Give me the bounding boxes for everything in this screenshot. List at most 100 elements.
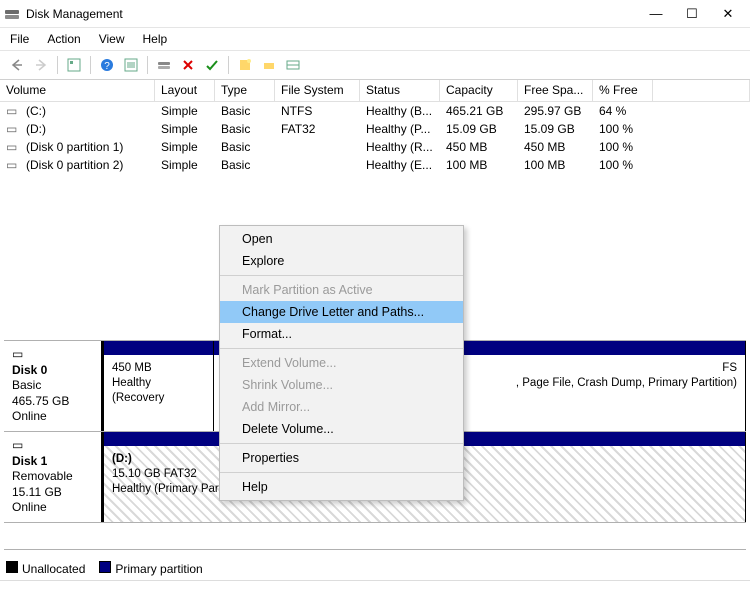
volume-free: 15.09 GB — [518, 122, 593, 136]
partition-size: 450 MB — [112, 362, 152, 374]
volume-name: (Disk 0 partition 1) — [26, 140, 123, 154]
disk-label: Disk 0 — [12, 363, 93, 379]
volume-status: Healthy (B... — [360, 104, 440, 118]
context-menu-item[interactable]: Delete Volume... — [220, 418, 463, 440]
settings-button[interactable] — [120, 54, 142, 76]
swatch-icon — [6, 561, 18, 573]
new-volume-button[interactable] — [234, 54, 256, 76]
col-freespace[interactable]: Free Spa... — [518, 80, 593, 101]
volume-name: (C:) — [26, 104, 46, 118]
col-volume[interactable]: Volume — [0, 80, 155, 101]
volume-layout: Simple — [155, 104, 215, 118]
volume-layout: Simple — [155, 122, 215, 136]
menu-view[interactable]: View — [99, 32, 125, 46]
maximize-button[interactable]: ☐ — [674, 2, 710, 26]
context-menu-item[interactable]: Properties — [220, 447, 463, 469]
context-menu-item: Extend Volume... — [220, 352, 463, 374]
disk-type: Removable — [12, 469, 73, 483]
list-view-button[interactable] — [282, 54, 304, 76]
volume-type: Basic — [215, 140, 275, 154]
volume-pctfree: 100 % — [593, 122, 653, 136]
volume-row[interactable]: ▭(Disk 0 partition 1)SimpleBasicHealthy … — [0, 138, 750, 156]
context-menu-item[interactable]: Format... — [220, 323, 463, 345]
context-menu-item[interactable]: Help — [220, 476, 463, 498]
col-pctfree[interactable]: % Free — [593, 80, 653, 101]
separator — [57, 56, 58, 74]
volume-fs: NTFS — [275, 104, 360, 118]
disk-label: Disk 1 — [12, 454, 93, 470]
close-button[interactable]: ✕ — [710, 2, 746, 26]
volume-type: Basic — [215, 104, 275, 118]
drive-icon: ▭ — [6, 158, 20, 172]
volumes-list: ▭(C:)SimpleBasicNTFSHealthy (B...465.21 … — [0, 102, 750, 174]
disk-type: Basic — [12, 378, 41, 392]
col-end — [653, 80, 750, 101]
toolbar: ? — [0, 50, 750, 80]
volume-name: (Disk 0 partition 2) — [26, 158, 123, 172]
drive-icon: ▭ — [6, 140, 20, 154]
refresh-button[interactable] — [153, 54, 175, 76]
volume-capacity: 450 MB — [440, 140, 518, 154]
col-status[interactable]: Status — [360, 80, 440, 101]
disk-icon: ▭ — [12, 438, 23, 454]
drive-icon: ▭ — [6, 104, 20, 118]
help-button[interactable]: ? — [96, 54, 118, 76]
partition-stripe — [104, 341, 213, 355]
volume-row[interactable]: ▭ (C:) SimpleBasicNTFSHealthy (B...465.21 … — [0, 102, 750, 120]
volume-free: 295.97 GB — [518, 104, 593, 118]
back-button[interactable] — [6, 54, 28, 76]
col-type[interactable]: Type — [215, 80, 275, 101]
menu-action[interactable]: Action — [47, 32, 80, 46]
context-menu-item[interactable]: Explore — [220, 250, 463, 272]
swatch-icon — [99, 561, 111, 573]
volume-row[interactable]: ▭(Disk 0 partition 2)SimpleBasicHealthy … — [0, 156, 750, 174]
volumes-header: Volume Layout Type File System Status Ca… — [0, 80, 750, 102]
disk-button[interactable] — [258, 54, 280, 76]
volume-type: Basic — [215, 158, 275, 172]
disk-icon: ▭ — [12, 347, 23, 363]
col-filesystem[interactable]: File System — [275, 80, 360, 101]
minimize-button[interactable]: — — [638, 2, 674, 26]
check-button[interactable] — [201, 54, 223, 76]
disk-status: Online — [12, 500, 47, 514]
delete-button[interactable] — [177, 54, 199, 76]
svg-text:?: ? — [104, 61, 110, 72]
partition-status: Healthy (Recovery — [112, 377, 164, 404]
separator — [147, 56, 148, 74]
disk-info[interactable]: ▭Disk 1 Removable 15.11 GB Online — [4, 432, 104, 522]
volume-status: Healthy (P... — [360, 122, 440, 136]
context-menu-item[interactable]: Open — [220, 228, 463, 250]
volume-capacity: 15.09 GB — [440, 122, 518, 136]
volume-name: (D:) — [26, 122, 46, 136]
col-layout[interactable]: Layout — [155, 80, 215, 101]
disk-size: 15.11 GB — [12, 485, 62, 499]
volume-pctfree: 100 % — [593, 140, 653, 154]
disk-info[interactable]: ▭Disk 0 Basic 465.75 GB Online — [4, 341, 104, 431]
context-menu-item[interactable]: Change Drive Letter and Paths... — [220, 301, 463, 323]
forward-button[interactable] — [30, 54, 52, 76]
volume-layout: Simple — [155, 140, 215, 154]
drive-icon: ▭ — [6, 122, 20, 136]
disk-status: Online — [12, 409, 47, 423]
context-menu-separator — [220, 275, 463, 276]
volume-capacity: 465.21 GB — [440, 104, 518, 118]
legend-unallocated: Unallocated — [6, 561, 85, 576]
volume-free: 100 MB — [518, 158, 593, 172]
separator — [228, 56, 229, 74]
volume-fs: FAT32 — [275, 122, 360, 136]
status-bar — [0, 580, 750, 598]
volume-free: 450 MB — [518, 140, 593, 154]
col-capacity[interactable]: Capacity — [440, 80, 518, 101]
volume-pctfree: 100 % — [593, 158, 653, 172]
partition-size: 15.10 GB FAT32 — [112, 468, 197, 480]
context-menu: OpenExploreMark Partition as ActiveChang… — [219, 225, 464, 501]
context-menu-item: Shrink Volume... — [220, 374, 463, 396]
volume-row[interactable]: ▭(D:)SimpleBasicFAT32Healthy (P...15.09 … — [0, 120, 750, 138]
context-menu-separator — [220, 472, 463, 473]
menu-help[interactable]: Help — [143, 32, 168, 46]
properties-button[interactable] — [63, 54, 85, 76]
partition[interactable]: 450 MB Healthy (Recovery — [104, 341, 214, 431]
volume-type: Basic — [215, 122, 275, 136]
menu-file[interactable]: File — [10, 32, 29, 46]
app-icon — [4, 6, 20, 22]
